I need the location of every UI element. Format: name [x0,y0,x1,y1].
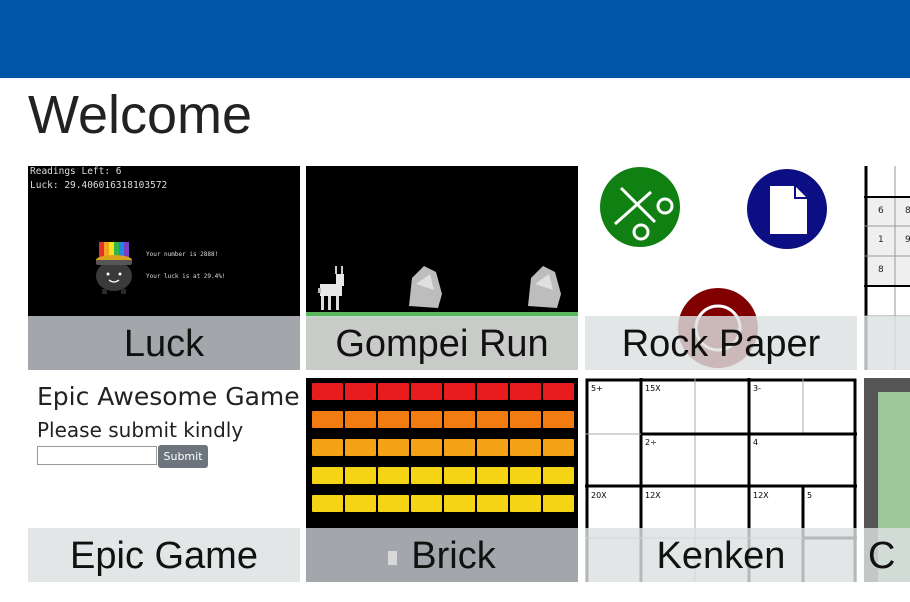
luck-message-text: Your luck is at 29.4%! [146,273,226,280]
kenken-cage-label: 3- [753,384,761,393]
kenken-cage-label: 5 [807,491,813,500]
tile-label-partial: C [864,528,910,582]
brick [477,439,508,456]
tile-label-epic-game: Epic Game [28,528,300,582]
brick [312,495,343,512]
game-tile-partial[interactable]: C [864,378,910,582]
kenken-cage-label: 4 [753,438,759,447]
sudoku-digit: 8 [878,265,884,275]
brick [411,439,442,456]
boulder-icon [409,266,442,308]
sudoku-digit: 1 [878,235,884,245]
top-navbar [0,0,910,78]
kenken-cage-label: 15X [645,384,661,393]
kenken-cage-label: 12X [753,491,769,500]
brick [444,467,475,484]
tile-label-gompei-run: Gompei Run [306,316,578,370]
brick [477,411,508,428]
kenken-cage-label: 5+ [591,384,603,393]
brick [312,467,343,484]
brick [378,467,409,484]
kenken-cage-label: 2÷ [645,438,657,447]
brick [312,411,343,428]
brick [477,495,508,512]
scissors-icon [600,167,680,247]
brick [345,383,376,400]
brick [444,495,475,512]
game-tile-gompei-run[interactable]: Gompei Run [306,166,578,370]
brick [543,383,574,400]
sudoku-digit: 8 [905,206,910,216]
brick [345,439,376,456]
page-title: Welcome [28,85,253,145]
game-tile-brick[interactable]: Brick [306,378,578,582]
goat-icon [318,266,344,310]
brick [510,495,541,512]
epic-heading: Epic Awesome Game [37,382,300,411]
brick [312,383,343,400]
game-tile-epic-game[interactable]: Epic Awesome Game Please submit kindly S… [28,378,300,582]
brick [477,467,508,484]
brick [444,383,475,400]
epic-subheading: Please submit kindly [37,418,244,442]
luck-value-text: Luck: 29.406016318103572 [30,180,168,191]
pot-of-gold-icon [96,242,132,294]
sudoku-digit: 6 [878,206,884,216]
readings-left-text: Readings Left: 6 [30,166,122,177]
brick [312,439,343,456]
brick [444,411,475,428]
brick [411,495,442,512]
ball-icon [388,550,398,565]
brick [510,467,541,484]
brick-label-text: Brick [411,535,496,577]
brick [543,439,574,456]
brick [510,411,541,428]
boulder-icon [528,266,561,308]
brick [345,411,376,428]
brick [345,467,376,484]
brick [411,383,442,400]
submit-button[interactable]: Submit [158,445,208,468]
brick [543,495,574,512]
sudoku-digit: 9 [905,235,910,245]
brick [477,383,508,400]
brick [378,411,409,428]
game-tile-luck[interactable]: Readings Left: 6 Luck: 29.40601631810357… [28,166,300,370]
tile-label-rock-paper: Rock Paper [585,316,857,370]
paper-icon [747,169,827,249]
kenken-cage-label: 12X [645,491,661,500]
brick [345,495,376,512]
tile-label-brick: Brick [306,528,578,582]
brick [378,383,409,400]
brick [378,495,409,512]
brick [378,439,409,456]
brick [510,383,541,400]
game-tile-rock-paper[interactable]: Rock Paper [585,166,857,370]
kenken-cage-label: 20X [591,491,607,500]
brick [411,411,442,428]
number-message-text: Your number is 2888! [146,251,219,258]
game-tile-sudoku[interactable]: 6 8 1 9 8 [864,166,910,370]
brick [543,467,574,484]
brick [411,467,442,484]
brick [510,439,541,456]
tile-label-sudoku [864,316,910,370]
brick [543,411,574,428]
brick [444,439,475,456]
tile-label-kenken: Kenken [585,528,857,582]
epic-text-input[interactable] [37,446,157,465]
tile-label-luck: Luck [28,316,300,370]
game-tile-kenken[interactable]: 5+ 15X 3- 2÷ 4 20X 12X 12X 5 Kenken [585,378,857,582]
